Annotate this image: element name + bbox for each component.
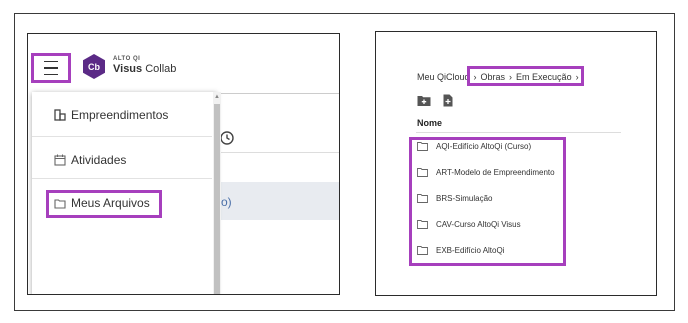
svg-text:Cb: Cb: [88, 62, 100, 72]
breadcrumb-item-meu-qicloud[interactable]: Meu QiCloud: [417, 72, 470, 82]
background-divider: [218, 152, 339, 153]
column-header-nome[interactable]: Nome: [417, 118, 442, 128]
header-divider: [416, 132, 621, 133]
folder-row[interactable]: ART-Modelo de Empreendimento: [417, 168, 555, 177]
background-divider: [218, 93, 339, 94]
folder-name: ART-Modelo de Empreendimento: [436, 168, 555, 177]
hamburger-menu-button[interactable]: [31, 53, 71, 83]
folder-icon: [417, 246, 428, 255]
folder-icon: [417, 220, 428, 229]
folder-icon: [417, 168, 428, 177]
menu-divider: [32, 178, 212, 179]
folder-name: CAV-Curso AltoQi Visus: [436, 220, 521, 229]
brand-product: Visus Collab: [113, 63, 176, 75]
folder-name: BRS-Simulação: [436, 194, 493, 203]
folder-icon: [417, 142, 428, 151]
folder-row[interactable]: CAV-Curso AltoQi Visus: [417, 220, 521, 229]
menu-item-meus-arquivos[interactable]: Meus Arquivos: [54, 196, 150, 210]
brand-product-light: Collab: [145, 63, 177, 75]
new-folder-icon[interactable]: [417, 94, 431, 107]
file-toolbar: [417, 94, 455, 107]
folder-name: AQI-Edifício AltoQi (Curso): [436, 142, 532, 151]
menu-bar-icon: [44, 73, 58, 76]
folder-row[interactable]: BRS-Simulação: [417, 194, 492, 203]
scroll-up-arrow-icon[interactable]: ▲: [213, 94, 221, 100]
menu-bar-icon: [44, 67, 58, 69]
brand-product-strong: Visus: [113, 63, 143, 75]
folder-icon: [54, 198, 66, 209]
calendar-icon: [54, 154, 66, 166]
menu-item-empreendimentos[interactable]: Empreendimentos: [54, 108, 168, 122]
visus-collab-logo-icon: Cb: [83, 54, 105, 79]
menu-bar-icon: [44, 60, 58, 63]
folder-row[interactable]: AQI-Edifício AltoQi (Curso): [417, 142, 531, 151]
clock-icon: [220, 131, 234, 145]
dropdown-scrollbar[interactable]: ▲: [213, 92, 221, 294]
brand-company: ALTO QI: [113, 56, 141, 62]
menu-item-label: Meus Arquivos: [71, 196, 150, 210]
scroll-thumb[interactable]: [214, 104, 220, 294]
folder-icon: [417, 194, 428, 203]
menu-item-atividades[interactable]: Atividades: [54, 153, 126, 167]
highlight-box-breadcrumb: [467, 66, 584, 86]
right-panel: Meu QiCloud › Obras › Em Execução › Nome…: [375, 31, 657, 296]
new-file-icon[interactable]: [441, 94, 455, 107]
menu-item-label: Atividades: [71, 153, 127, 167]
folder-row[interactable]: EXB-Edifício AltoQi: [417, 246, 504, 255]
building-icon: [54, 109, 66, 121]
menu-item-label: Empreendimentos: [71, 108, 169, 122]
navigation-dropdown: Empreendimentos Atividades Meus Arquivos…: [32, 92, 221, 294]
left-panel: Cb ALTO QI Visus Collab so) Empreendimen…: [27, 33, 340, 295]
menu-divider: [32, 136, 212, 137]
folder-name: EXB-Edifício AltoQi: [436, 246, 505, 255]
